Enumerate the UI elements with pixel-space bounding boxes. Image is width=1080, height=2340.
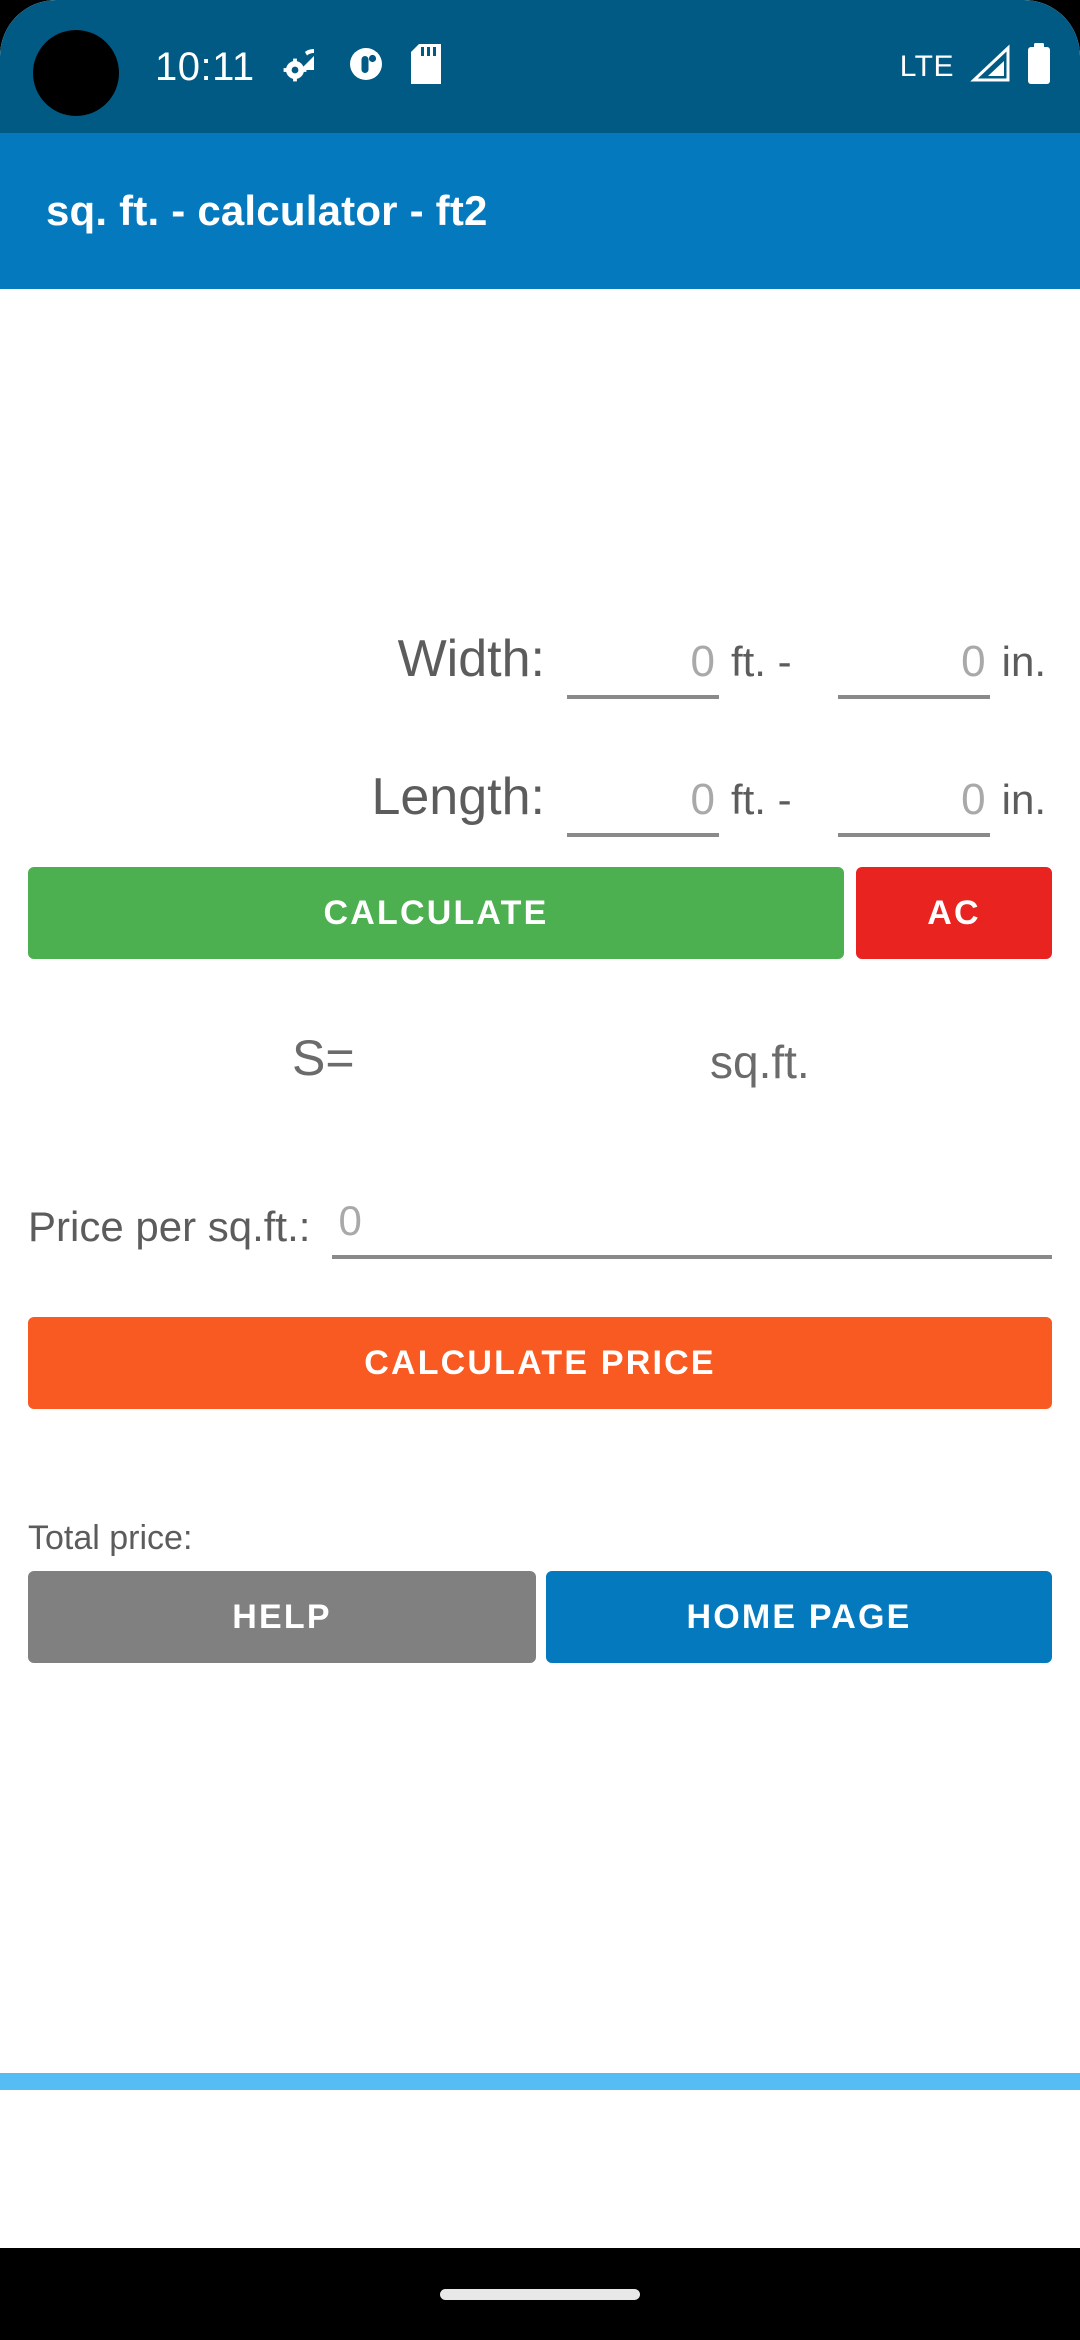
width-feet-unit: ft. - bbox=[730, 638, 792, 685]
battery-full-icon bbox=[1026, 43, 1052, 90]
length-inches-input[interactable] bbox=[837, 775, 990, 837]
price-per-sqft-input[interactable] bbox=[332, 1197, 1052, 1259]
width-feet-input[interactable] bbox=[566, 637, 719, 699]
all-clear-button[interactable]: AC bbox=[856, 867, 1052, 959]
total-price-label: Total price: bbox=[28, 1519, 193, 1557]
signal-bars-icon bbox=[968, 44, 1012, 89]
length-feet-unit: ft. - bbox=[730, 776, 792, 823]
width-inches-unit: in. bbox=[1001, 638, 1046, 685]
total-price-row: Total price: bbox=[28, 1519, 1052, 1558]
status-bar-left-group: 10:11 bbox=[155, 0, 441, 133]
page-title: sq. ft. - calculator - ft2 bbox=[46, 187, 488, 234]
price-per-sqft-row: Price per sq.ft.: bbox=[28, 1197, 1052, 1259]
calculate-button[interactable]: CALCULATE bbox=[28, 867, 844, 959]
system-navigation-bar bbox=[0, 2248, 1080, 2340]
width-label: Width: bbox=[397, 630, 545, 688]
device-body: 10:11 LTE sq. ft. - calculator - ft2 Wid… bbox=[0, 0, 1080, 2248]
app-bar: sq. ft. - calculator - ft2 bbox=[0, 133, 1080, 289]
area-result-label: S= bbox=[292, 1030, 355, 1086]
gear-wifi-icon bbox=[281, 44, 321, 89]
home-page-button[interactable]: HOME PAGE bbox=[546, 1571, 1052, 1663]
price-per-sqft-label: Price per sq.ft.: bbox=[28, 1203, 311, 1250]
length-row: Length: ft. - in. bbox=[0, 767, 1080, 837]
calculate-price-button[interactable]: CALCULATE PRICE bbox=[28, 1317, 1052, 1409]
width-row: Width: ft. - in. bbox=[0, 629, 1080, 699]
sd-card-icon bbox=[410, 44, 441, 89]
bottom-button-row: HELP HOME PAGE bbox=[28, 1571, 1052, 1663]
circle-dot-icon bbox=[347, 45, 385, 88]
phone-screen: 10:11 LTE sq. ft. - calculator - ft2 Wid… bbox=[0, 0, 1080, 2340]
status-clock: 10:11 bbox=[155, 44, 255, 89]
status-bar-right-group: LTE bbox=[900, 0, 1052, 133]
bottom-divider bbox=[0, 2073, 1080, 2090]
result-row: S= sq.ft. bbox=[0, 1029, 1080, 1109]
home-indicator[interactable] bbox=[440, 2288, 640, 2300]
status-bar: 10:11 LTE bbox=[0, 0, 1080, 133]
camera-cutout-icon bbox=[33, 30, 119, 116]
area-result-unit: sq.ft. bbox=[710, 1036, 810, 1088]
length-inches-unit: in. bbox=[1001, 776, 1046, 823]
network-type-label: LTE bbox=[899, 49, 954, 83]
help-button[interactable]: HELP bbox=[28, 1571, 536, 1663]
length-feet-input[interactable] bbox=[566, 775, 719, 837]
width-inches-input[interactable] bbox=[837, 637, 990, 699]
calculate-button-row: CALCULATE AC bbox=[28, 867, 1052, 959]
main-content: Width: ft. - in. Length: ft. - in. CALCU… bbox=[0, 289, 1080, 2248]
length-label: Length: bbox=[371, 768, 545, 826]
